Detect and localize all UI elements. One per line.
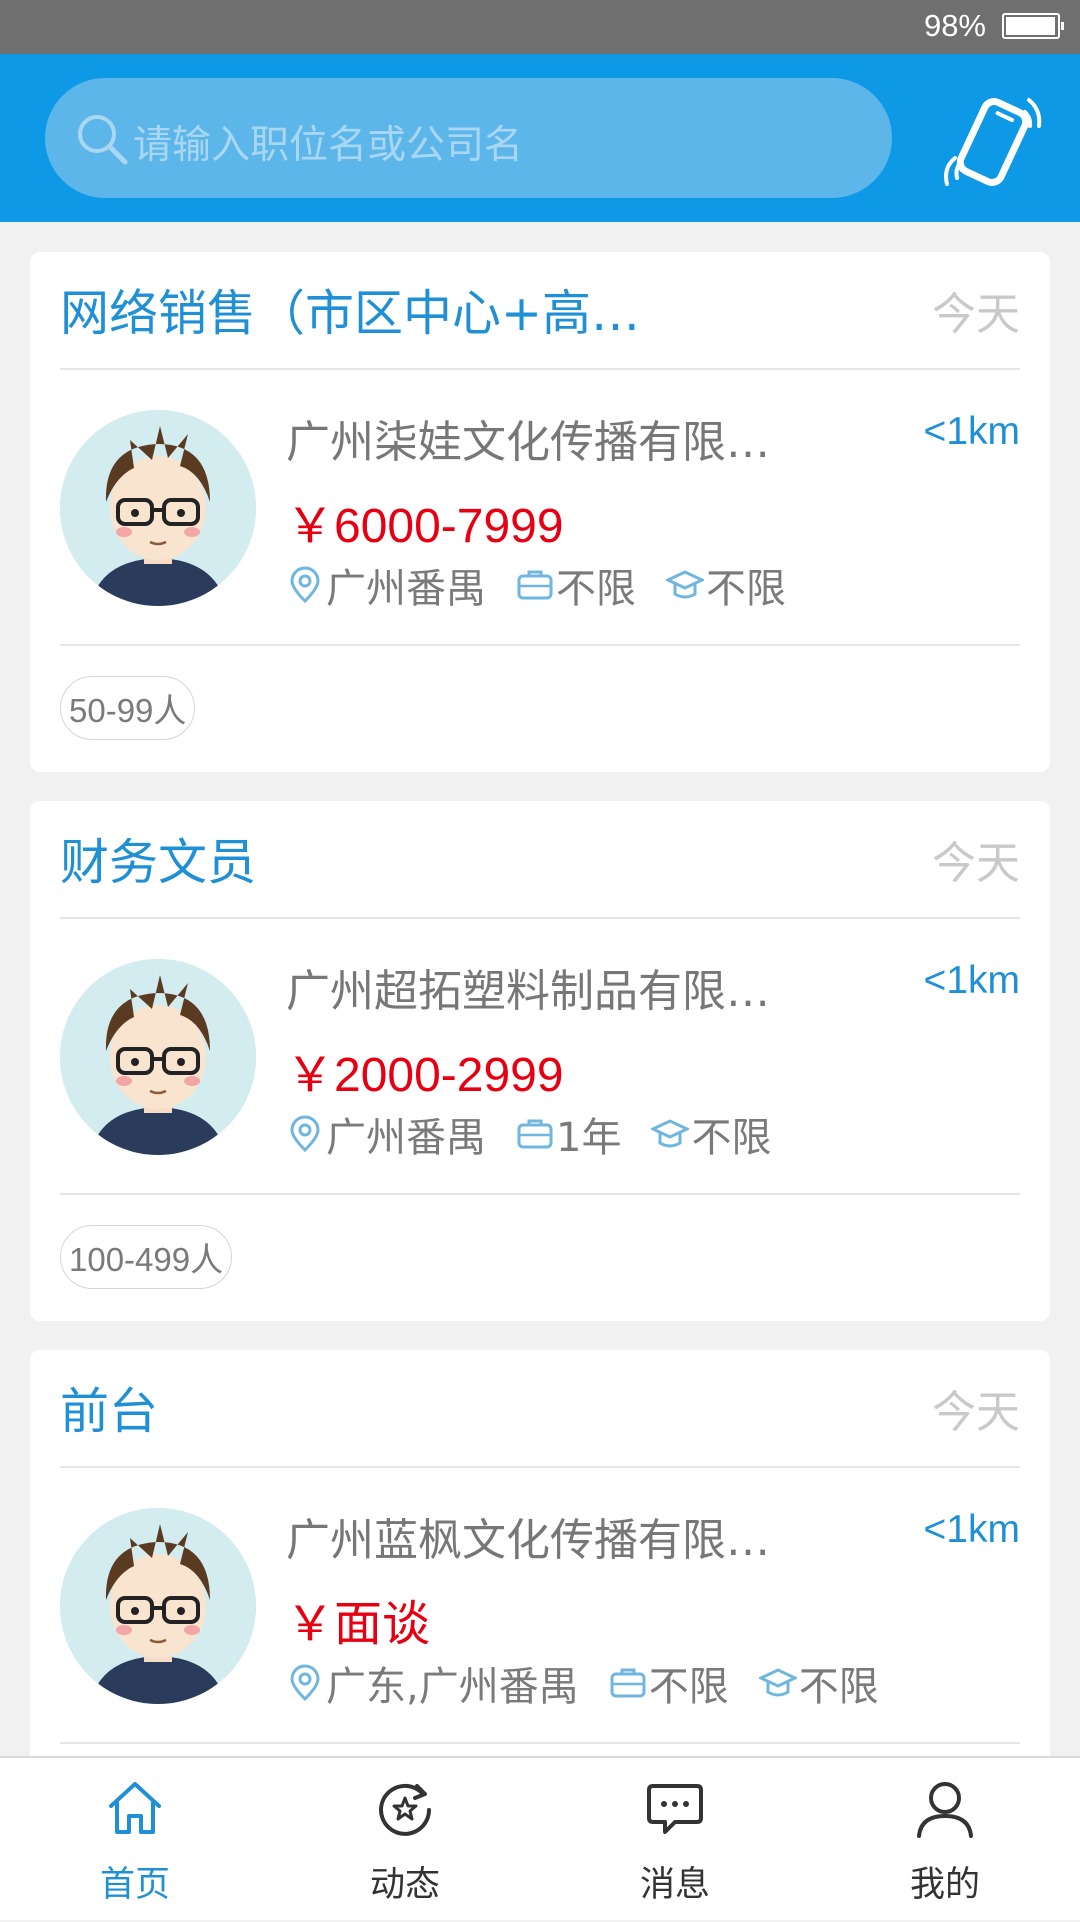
tab-messages[interactable]: 消息 <box>575 1758 775 1922</box>
divider <box>60 1742 1020 1744</box>
search-input[interactable]: 请输入职位名或公司名 <box>45 78 892 198</box>
experience-text: 1年 <box>556 1115 622 1161</box>
briefcase-icon <box>517 1119 553 1149</box>
salary: ￥面谈 <box>286 1598 431 1651</box>
message-icon <box>647 1784 703 1834</box>
home-icon <box>109 1782 161 1834</box>
tab-home[interactable]: 首页 <box>35 1758 235 1922</box>
job-card[interactable]: 财务文员 今天 广州超拓塑料制品有限… <1km ￥2000-2999 广州番禺 <box>30 801 1050 1321</box>
post-date: 今天 <box>932 838 1020 889</box>
location-text: 广东,广州番禺 <box>326 1664 579 1710</box>
company-size-tag: 100-499人 <box>60 1225 233 1289</box>
battery-icon <box>1002 13 1064 39</box>
job-meta: 广州番禺 不限 不限 <box>286 560 786 612</box>
briefcase-icon <box>610 1668 646 1698</box>
divider <box>60 368 1020 370</box>
job-title: 财务文员 <box>60 834 257 891</box>
post-date: 今天 <box>932 1387 1020 1438</box>
search-placeholder: 请输入职位名或公司名 <box>133 123 524 168</box>
shake-phone-icon[interactable] <box>933 82 1053 202</box>
graduation-cap-icon <box>666 570 704 599</box>
profile-icon <box>917 1782 973 1838</box>
location-text: 广州番禺 <box>326 1115 486 1161</box>
battery-percent: 98% <box>923 8 986 43</box>
divider <box>60 1193 1020 1195</box>
salary: ￥6000-7999 <box>286 500 564 553</box>
tab-dynamic[interactable]: 动态 <box>305 1758 505 1922</box>
company-name: 广州柒娃文化传播有限… <box>286 417 770 468</box>
tab-label: 我的 <box>909 1865 980 1905</box>
location-icon <box>290 566 320 604</box>
job-title: 前台 <box>60 1383 159 1440</box>
location-icon <box>290 1115 320 1153</box>
graduation-cap-icon <box>651 1119 690 1148</box>
job-meta: 广州番禺 1年 不限 <box>286 1109 771 1161</box>
education-text: 不限 <box>798 1664 879 1710</box>
salary: ￥2000-2999 <box>286 1049 564 1102</box>
job-card[interactable]: 网络销售（市区中心+高… 今天 广州柒娃文化传播有限… <1km ￥6000-7… <box>30 252 1050 772</box>
bottom-tab-bar: 首页 动态 消息 我的 <box>0 1756 1080 1920</box>
experience-text: 不限 <box>648 1664 729 1710</box>
education-text: 不限 <box>706 566 786 612</box>
dynamic-icon <box>379 1783 431 1836</box>
tab-profile[interactable]: 我的 <box>845 1758 1045 1922</box>
company-name: 广州超拓塑料制品有限… <box>286 966 770 1017</box>
job-meta: 广东,广州番禺 不限 不限 <box>286 1658 879 1710</box>
search-icon <box>78 115 128 165</box>
status-bar: 98% <box>0 0 1080 54</box>
education-text: 不限 <box>691 1115 772 1161</box>
location-icon <box>290 1664 320 1702</box>
company-avatar <box>60 410 256 606</box>
post-date: 今天 <box>932 289 1020 340</box>
distance: <1km <box>923 959 1020 1002</box>
job-card[interactable]: 前台 今天 广州蓝枫文化传播有限… <1km ￥面谈 广东,广州番禺 不限 不限 <box>30 1350 1050 1810</box>
company-name: 广州蓝枫文化传播有限… <box>286 1515 770 1566</box>
experience-text: 不限 <box>556 566 636 612</box>
company-avatar <box>60 959 256 1155</box>
tab-label: 消息 <box>639 1865 710 1905</box>
header: 请输入职位名或公司名 <box>0 54 1080 222</box>
distance: <1km <box>923 410 1020 453</box>
job-title: 网络销售（市区中心+高… <box>60 285 641 342</box>
tab-label: 动态 <box>369 1865 440 1905</box>
location-text: 广州番禺 <box>326 566 486 612</box>
company-size-tag: 50-99人 <box>60 676 196 740</box>
distance: <1km <box>923 1508 1020 1551</box>
graduation-cap-icon <box>758 1668 797 1697</box>
company-avatar <box>60 1508 256 1704</box>
divider <box>60 644 1020 646</box>
briefcase-icon <box>517 570 553 600</box>
divider <box>60 1466 1020 1468</box>
tab-label: 首页 <box>99 1865 170 1905</box>
divider <box>60 917 1020 919</box>
